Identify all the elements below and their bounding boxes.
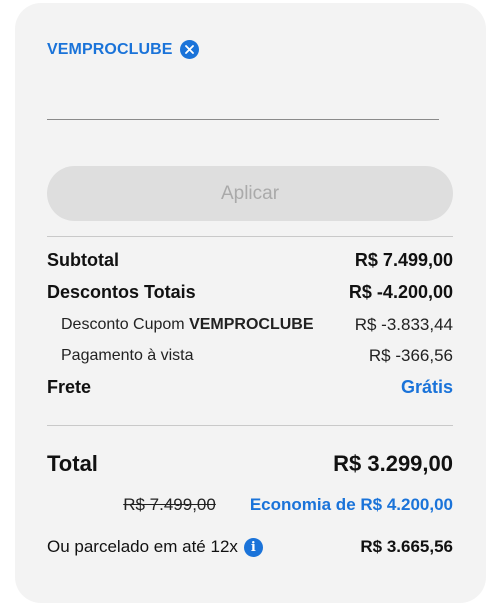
installment-row: Ou parcelado em até 12x i R$ 3.665,56: [47, 537, 453, 557]
coupon-discount-code: VEMPROCLUBE: [189, 316, 314, 333]
coupon-discount-prefix: Desconto Cupom: [61, 316, 185, 333]
coupon-discount-row: Desconto Cupom VEMPROCLUBE R$ -3.833,44: [47, 315, 453, 335]
applied-coupon-tag: VEMPROCLUBE: [47, 40, 199, 59]
savings-text: Economia de R$ 4.200,00: [249, 495, 453, 514]
total-label: Total: [47, 451, 98, 476]
close-icon[interactable]: [179, 40, 199, 59]
coupon-input[interactable]: [47, 60, 439, 120]
cash-payment-row: Pagamento à vista R$ -366,56: [47, 346, 453, 366]
discounts-row: Descontos Totais R$ -4.200,00: [47, 282, 453, 303]
applied-coupon-code: VEMPROCLUBE: [47, 40, 173, 58]
cash-payment-label: Pagamento à vista: [61, 347, 194, 364]
original-price: R$ 7.499,00: [123, 495, 216, 514]
shipping-label: Frete: [47, 377, 92, 397]
coupon-discount-label: Desconto Cupom VEMPROCLUBE: [47, 316, 314, 334]
savings-row: R$ 7.499,00 Economia de R$ 4.200,00: [47, 495, 453, 515]
total-value: R$ 3.299,00: [333, 451, 453, 476]
discounts-label: Descontos Totais: [47, 282, 196, 302]
total-row: Total R$ 3.299,00: [47, 451, 453, 477]
installment-label: Ou parcelado em até 12x: [47, 537, 238, 556]
divider: [47, 236, 453, 237]
installment-value: R$ 3.665,56: [360, 537, 453, 556]
installment-label-group: Ou parcelado em até 12x i: [47, 537, 263, 557]
shipping-value: Grátis: [400, 377, 453, 397]
info-icon[interactable]: i: [243, 537, 263, 557]
subtotal-label: Subtotal: [47, 250, 119, 270]
discounts-value: R$ -4.200,00: [348, 282, 453, 302]
divider: [47, 425, 453, 426]
apply-coupon-button[interactable]: Aplicar: [47, 166, 453, 221]
coupon-discount-value: R$ -3.833,44: [354, 315, 453, 334]
subtotal-row: Subtotal R$ 7.499,00: [47, 250, 453, 271]
shipping-row: Frete Grátis: [47, 377, 453, 398]
subtotal-value: R$ 7.499,00: [354, 250, 453, 270]
cash-payment-value: R$ -366,56: [368, 346, 453, 365]
